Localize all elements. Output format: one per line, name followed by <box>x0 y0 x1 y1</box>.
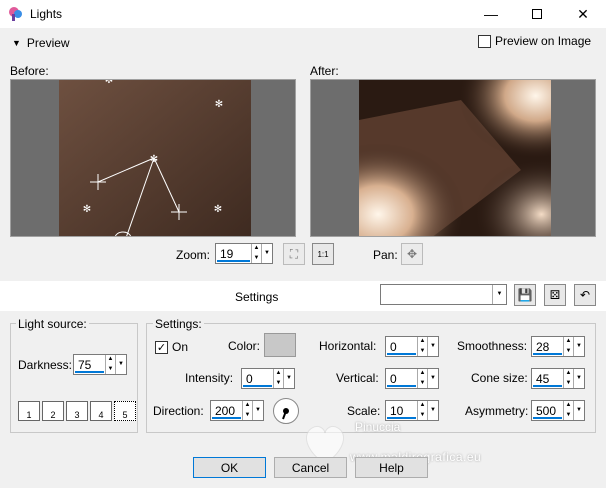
preview-on-image-checkbox[interactable]: Preview on Image <box>478 34 591 48</box>
zoom-fit-button[interactable]: ⛶ <box>283 243 305 265</box>
preview-toggle[interactable]: ▼ Preview <box>12 36 70 50</box>
direction-dial[interactable] <box>273 398 299 424</box>
color-swatch[interactable] <box>264 333 296 357</box>
darkness-input[interactable]: 75 ▲ ▼ ▼ <box>73 354 127 375</box>
on-label: On <box>172 340 189 354</box>
cone-size-input[interactable]: 45 ▲ ▼ ▼ <box>531 368 585 389</box>
svg-text:✻: ✻ <box>150 154 158 165</box>
before-preview[interactable]: ✻ ✻ ✻ ✻ ✻ <box>10 79 296 237</box>
scale-input[interactable]: 10 ▲ ▼ ▼ <box>385 400 439 421</box>
light-preset-2[interactable]: 2 <box>42 401 64 421</box>
scale-label: Scale: <box>347 404 381 418</box>
preset-dropdown-arrow[interactable]: ▼ <box>492 285 506 304</box>
zoom-dropdown-arrow[interactable]: ▼ <box>261 244 272 263</box>
window-title: Lights <box>30 7 63 21</box>
dial-pointer-icon <box>282 408 289 420</box>
move-icon: ✥ <box>406 247 418 261</box>
light-preset-3[interactable]: 3 <box>66 401 88 421</box>
after-preview <box>310 79 596 237</box>
light-source-title: Light source: <box>16 317 89 331</box>
dice-icon: ⚄ <box>549 288 561 302</box>
svg-text:✻: ✻ <box>83 204 91 215</box>
light-preset-4[interactable]: 4 <box>90 401 112 421</box>
settings-title: Settings: <box>153 317 204 331</box>
close-icon: ✕ <box>577 5 589 22</box>
light-on-checkbox[interactable]: ✓ On <box>155 340 188 354</box>
preset-select[interactable]: ▼ <box>380 284 507 305</box>
check-icon: ✓ <box>155 340 168 354</box>
light-preset-1[interactable]: 1 <box>18 401 40 421</box>
close-button[interactable]: ✕ <box>560 0 606 28</box>
pan-button[interactable]: ✥ <box>401 243 423 265</box>
cancel-button[interactable]: Cancel <box>274 457 347 478</box>
caret-down-icon: ▼ <box>12 38 21 48</box>
intensity-label: Intensity: <box>185 371 234 385</box>
randomize-button[interactable]: ⚄ <box>544 284 566 306</box>
zoom-spin-arrows[interactable]: ▲ ▼ <box>251 244 261 263</box>
zoom-value: 19 <box>217 245 250 262</box>
light-preset-buttons: 1 2 3 4 5 <box>18 401 136 421</box>
save-icon: 💾 <box>517 288 533 302</box>
asymmetry-input[interactable]: 500 ▲ ▼ ▼ <box>531 400 585 421</box>
after-canvas <box>359 80 551 236</box>
direction-label: Direction: <box>153 404 204 418</box>
color-label: Color: <box>228 339 261 353</box>
minimize-button[interactable]: — <box>468 0 514 28</box>
maximize-icon <box>532 9 542 19</box>
light-preset-5[interactable]: 5 <box>114 401 136 421</box>
vertical-label: Vertical: <box>336 371 379 385</box>
smoothness-input[interactable]: 28 ▲ ▼ ▼ <box>531 336 585 357</box>
checkbox-box <box>478 34 491 48</box>
horizontal-input[interactable]: 0 ▲ ▼ ▼ <box>385 336 439 357</box>
zoom-label: Zoom: <box>176 248 211 262</box>
vertical-input[interactable]: 0 ▲ ▼ ▼ <box>385 368 439 389</box>
ok-button[interactable]: OK <box>193 457 266 478</box>
save-preset-button[interactable]: 💾 <box>514 284 536 306</box>
reset-icon: ↶ <box>579 288 591 302</box>
asymmetry-label: Asymmetry: <box>465 404 529 418</box>
pan-label: Pan: <box>373 248 398 262</box>
zoom-input[interactable]: 19 ▲ ▼ ▼ <box>215 243 273 264</box>
zoom-fit-icon: ⛶ <box>289 246 299 261</box>
preview-on-image-label: Preview on Image <box>495 34 592 48</box>
darkness-label: Darkness: <box>18 358 73 372</box>
before-canvas: ✻ ✻ ✻ ✻ ✻ <box>59 80 251 236</box>
before-label: Before: <box>10 64 49 78</box>
horizontal-label: Horizontal: <box>319 339 377 353</box>
darkness-value: 75 <box>75 356 104 373</box>
after-label: After: <box>310 64 339 78</box>
reset-button[interactable]: ↶ <box>574 284 596 306</box>
svg-text:✻: ✻ <box>214 204 222 215</box>
maximize-button[interactable] <box>514 0 560 28</box>
minimize-icon: — <box>484 6 498 22</box>
actual-size-icon: 1:1 <box>317 249 329 259</box>
title-bar: Lights — ✕ <box>0 0 606 28</box>
help-button[interactable]: Help <box>355 457 428 478</box>
zoom-actual-size-button[interactable]: 1:1 <box>312 243 334 265</box>
app-icon <box>9 7 22 21</box>
svg-text:✻: ✻ <box>215 99 223 110</box>
svg-text:✻: ✻ <box>105 80 113 86</box>
intensity-input[interactable]: 0 ▲ ▼ ▼ <box>241 368 295 389</box>
smoothness-label: Smoothness: <box>457 339 528 353</box>
direction-input[interactable]: 200 ▲ ▼ ▼ <box>210 400 264 421</box>
settings-bar-label: Settings <box>235 290 279 304</box>
cone-size-label: Cone size: <box>471 371 528 385</box>
preview-toggle-label: Preview <box>26 36 70 50</box>
